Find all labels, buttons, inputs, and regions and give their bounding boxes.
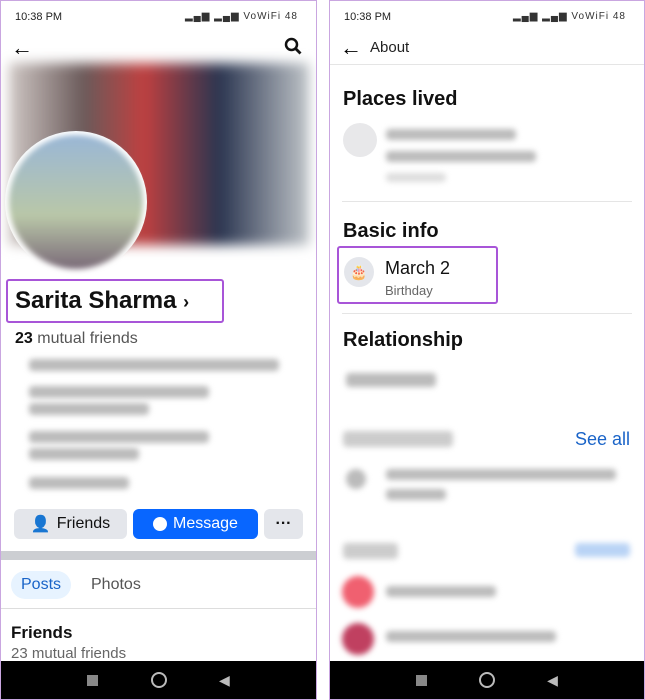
divider — [342, 313, 632, 314]
likes-see-all[interactable] — [575, 543, 630, 557]
status-icons: ▂▄▆ ▂▄▆ VoWiFi 48 — [184, 11, 298, 22]
back-arrow-icon[interactable]: ← — [11, 35, 33, 61]
tab-posts[interactable]: Posts — [11, 571, 72, 599]
search-icon[interactable] — [284, 37, 302, 60]
like-row[interactable] — [386, 586, 496, 597]
system-nav-bar: ◀ — [330, 661, 644, 699]
recents-icon[interactable] — [416, 674, 428, 686]
friends-section-title: Friends — [11, 623, 73, 642]
place-row-2 — [386, 151, 536, 162]
divider — [1, 608, 316, 609]
like-icon — [342, 576, 374, 608]
relationship-heading: Relationship — [343, 329, 464, 351]
place-row[interactable] — [386, 129, 516, 140]
profile-avatar[interactable] — [5, 131, 147, 273]
about-screen: 10:38 PM ▂▄▆ ▂▄▆ VoWiFi 48 ← About Place… — [329, 0, 645, 700]
see-all-link[interactable]: See all — [575, 429, 630, 450]
home-icon[interactable] — [150, 672, 167, 688]
info-row-joined — [29, 477, 129, 489]
recents-icon[interactable] — [87, 674, 99, 686]
places-lived-heading: Places lived — [343, 88, 458, 110]
system-nav-bar: ◀ — [1, 661, 316, 699]
message-button[interactable]: Message — [133, 509, 258, 539]
like-icon — [342, 623, 374, 655]
info-row-lives-2 — [29, 448, 139, 460]
back-icon[interactable]: ◀ — [547, 672, 558, 689]
profile-name[interactable]: Sarita Sharma › — [15, 287, 189, 315]
info-row-college-2 — [29, 403, 149, 415]
birthday-label: Birthday — [385, 283, 433, 298]
mutual-friends-count[interactable]: 23 mutual friends — [15, 330, 138, 348]
life-event-icon — [346, 469, 366, 489]
info-row-lives — [29, 431, 209, 443]
info-row-education — [29, 359, 279, 371]
home-icon[interactable] — [479, 672, 496, 688]
life-events-heading — [343, 431, 453, 447]
status-icons: ▂▄▆ ▂▄▆ VoWiFi 48 — [512, 11, 626, 22]
friends-section-subtitle: 23 mutual friends — [11, 645, 127, 662]
status-time: 10:38 PM — [344, 11, 392, 23]
more-button[interactable]: ··· — [264, 509, 303, 539]
header-title: About — [370, 39, 410, 56]
divider — [342, 201, 632, 202]
life-event-row[interactable] — [386, 469, 616, 480]
divider — [330, 64, 644, 65]
profile-screen: 10:38 PM ▂▄▆ ▂▄▆ VoWiFi 48 ← Sarita Shar… — [0, 0, 317, 700]
divider — [1, 551, 316, 560]
like-row[interactable] — [386, 631, 556, 642]
place-icon — [343, 123, 377, 157]
back-arrow-icon[interactable]: ← — [340, 35, 362, 61]
friends-button[interactable]: 👤 Friends — [14, 509, 127, 539]
birthday-value: March 2 — [385, 258, 451, 278]
back-icon[interactable]: ◀ — [219, 672, 230, 689]
likes-heading — [343, 543, 398, 559]
basic-info-heading: Basic info — [343, 220, 439, 242]
place-row-3 — [386, 173, 446, 182]
info-row-college — [29, 386, 209, 398]
messenger-icon — [153, 517, 168, 531]
friend-icon: 👤 — [30, 516, 51, 533]
status-time: 10:38 PM — [15, 11, 63, 23]
relationship-row — [346, 373, 436, 387]
birthday-cake-icon: 🎂 — [344, 257, 374, 287]
life-event-row-2 — [386, 489, 446, 500]
tab-photos[interactable]: Photos — [91, 576, 141, 594]
